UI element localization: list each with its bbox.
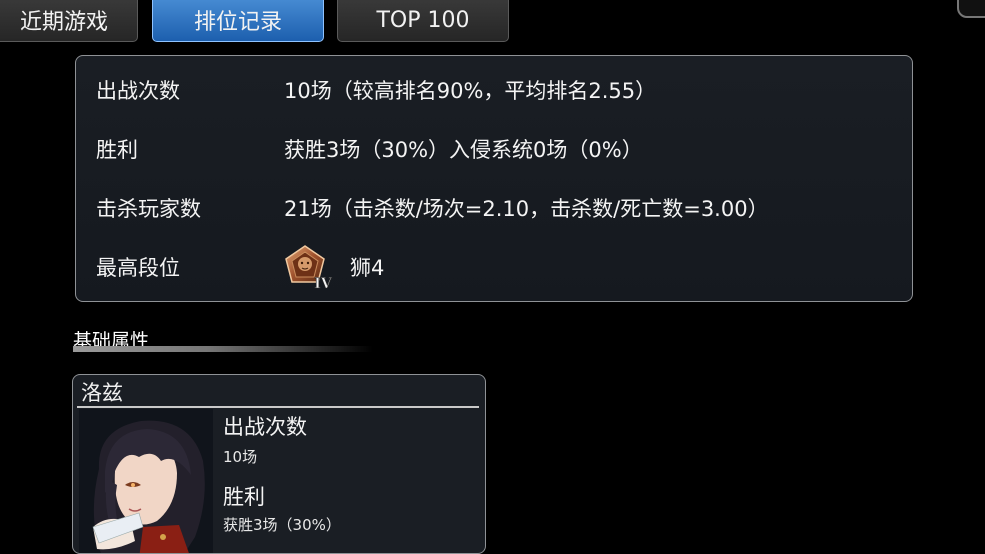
character-battles-label: 出战次数 — [223, 415, 307, 439]
rank-display: IV 狮4 — [284, 244, 384, 290]
stat-row-battles: 出战次数 10场（较高排名90%，平均排名2.55） — [76, 70, 912, 110]
stat-value-battles: 10场（较高排名90%，平均排名2.55） — [284, 79, 657, 103]
rank-value: 狮4 — [350, 256, 385, 280]
rank-badge-numeral: IV — [314, 276, 333, 290]
tab-recent-games[interactable]: 近期游戏 — [0, 0, 138, 42]
section-title-underline — [73, 346, 373, 352]
character-portrait — [79, 409, 213, 553]
character-card[interactable]: 洛兹 出战次数 10场 胜利 获胜3场（30%） — [72, 374, 486, 554]
character-wins-label: 胜利 — [223, 485, 265, 509]
ranked-stats-panel: 出战次数 10场（较高排名90%，平均排名2.55） 胜利 获胜3场（30%）入… — [75, 55, 913, 302]
stat-row-wins: 胜利 获胜3场（30%）入侵系统0场（0%） — [76, 129, 912, 169]
close-button[interactable] — [957, 0, 985, 18]
card-divider — [77, 406, 479, 408]
stat-label-battles: 出战次数 — [96, 79, 180, 103]
stat-label-wins: 胜利 — [96, 138, 138, 162]
character-wins-value: 获胜3场（30%） — [223, 516, 341, 534]
stat-row-rank: 最高段位 IV 狮4 — [76, 244, 912, 290]
stat-label-kills: 击杀玩家数 — [96, 197, 201, 221]
stat-row-kills: 击杀玩家数 21场（击杀数/场次=2.10，击杀数/死亡数=3.00） — [76, 188, 912, 228]
stat-label-rank: 最高段位 — [96, 256, 180, 280]
stat-value-wins: 获胜3场（30%）入侵系统0场（0%） — [284, 138, 643, 162]
stat-value-kills: 21场（击杀数/场次=2.10，击杀数/死亡数=3.00） — [284, 197, 769, 221]
tab-top-100[interactable]: TOP 100 — [337, 0, 509, 42]
character-name: 洛兹 — [81, 381, 123, 405]
lion-rank-badge-icon: IV — [285, 245, 333, 290]
tab-ranked-records[interactable]: 排位记录 — [152, 0, 324, 42]
character-battles-value: 10场 — [223, 448, 258, 466]
